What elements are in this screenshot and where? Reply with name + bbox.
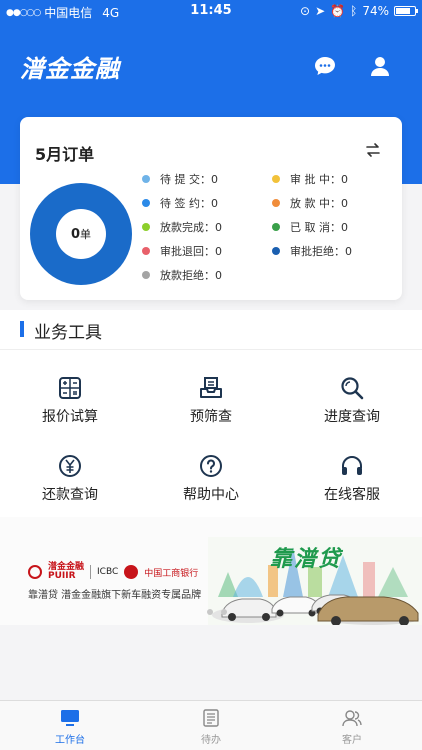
legend-label: 待 提 交：0 (160, 173, 218, 186)
legend-label: 审批退回：0 (160, 245, 222, 258)
monitor-icon (61, 710, 79, 726)
tab-label: 客户 (342, 735, 362, 746)
pager-dot[interactable] (221, 609, 227, 615)
help-icon (200, 455, 222, 477)
tool-label: 预筛查 (190, 409, 232, 425)
legend-item: 放 款 中：0 (272, 195, 348, 211)
tool-progress-query[interactable]: 进度查询 (282, 376, 422, 426)
banner-brand-en: PUIIR (48, 571, 76, 581)
tab-label: 待办 (201, 735, 221, 746)
tool-label: 还款查询 (42, 487, 98, 503)
banner-icbc: ICBC (97, 567, 119, 577)
tool-label: 帮助中心 (183, 487, 239, 503)
tool-repayment-query[interactable]: 还款查询 (0, 454, 140, 504)
tab-workbench[interactable]: 工作台 (0, 709, 140, 746)
section-accent-bar (20, 321, 24, 337)
calculator-icon (59, 377, 81, 399)
section-header: 业务工具 (0, 310, 422, 350)
legend-dot (272, 247, 280, 255)
tool-help-center[interactable]: 帮助中心 (141, 454, 281, 504)
legend-item: 审批退回：0 (142, 243, 222, 259)
legend-dot (272, 175, 280, 183)
legend-label: 审 批 中：0 (290, 173, 348, 186)
legend-item: 审 批 中：0 (272, 171, 348, 187)
order-summary-card: 5月订单 0 单 待 提 交：0 待 签 约：0 放款完成：0 审批退回：0 放款拒绝：… (20, 117, 402, 300)
banner-headline: 靠潽贷 (270, 547, 343, 572)
battery-percent: 74% (362, 4, 389, 18)
tool-quote-calculator[interactable]: 报价试算 (0, 376, 140, 426)
status-bar: ●●○○○ 中国电信 4G 11:45 ⊙ ➤ ⏰ ᛒ 74% (0, 0, 422, 22)
banner-icbc-name: 中国工商银行 (144, 568, 199, 579)
inbox-icon (200, 377, 222, 398)
tab-customers[interactable]: 客户 (282, 709, 422, 746)
order-unit: 单 (80, 228, 92, 241)
legend-label: 放款完成：0 (160, 221, 222, 234)
legend-item: 审批拒绝：0 (272, 243, 352, 259)
icbc-logo-icon (124, 565, 139, 579)
legend-dot (142, 247, 150, 255)
legend-label: 放 款 中：0 (290, 197, 348, 210)
legend-dot (272, 223, 280, 231)
user-icon[interactable] (368, 54, 392, 78)
banner-slogan: 靠潽贷 潽金金融旗下新车融资专属品牌 (28, 590, 202, 601)
donut-center: 0 单 (56, 209, 106, 259)
order-card-title: 5月订单 (35, 145, 95, 164)
tool-online-service[interactable]: 在线客服 (282, 454, 422, 504)
legend-dot (142, 199, 150, 207)
legend-item: 已 取 消：0 (272, 219, 348, 235)
banner-logos: 潽金金融 PUIIR ICBC 中国工商银行 (28, 563, 198, 581)
document-icon (203, 709, 219, 727)
alarm-icon: ⏰ (330, 4, 346, 18)
bottom-tab-bar: 工作台 待办 客户 (0, 700, 422, 750)
section-title: 业务工具 (34, 323, 102, 343)
chat-icon[interactable] (313, 54, 337, 78)
battery-icon (394, 6, 418, 16)
tool-label: 报价试算 (42, 409, 98, 425)
location-icon: ➤ (315, 4, 326, 18)
tool-pre-screening[interactable]: 预筛查 (141, 376, 281, 426)
legend-label: 待 签 约：0 (160, 197, 218, 210)
app-title: 潽金金融 (20, 55, 120, 83)
order-total: 0 (70, 226, 81, 242)
logo-divider (90, 565, 92, 579)
search-icon (341, 377, 364, 400)
yuan-icon (59, 455, 81, 477)
legend-item: 待 签 约：0 (142, 195, 218, 211)
headset-icon (342, 456, 362, 475)
rotation-lock-icon: ⊙ (300, 4, 311, 18)
banner-pager (207, 609, 227, 615)
tool-label: 在线客服 (324, 487, 380, 503)
pager-dot[interactable] (207, 609, 213, 615)
legend-label: 已 取 消：0 (290, 221, 348, 234)
tool-label: 进度查询 (324, 409, 380, 425)
legend-item: 待 提 交：0 (142, 171, 218, 187)
legend-label: 放款拒绝：0 (160, 269, 222, 282)
order-donut-chart: 0 单 (30, 183, 132, 285)
switch-icon[interactable] (364, 141, 382, 159)
legend-label: 审批拒绝：0 (290, 245, 352, 258)
tab-todo[interactable]: 待办 (141, 709, 281, 746)
legend-dot (272, 199, 280, 207)
promo-banner[interactable]: 潽金金融 PUIIR ICBC 中国工商银行 靠潽贷 潽金金融旗下新车融资专属品… (0, 517, 422, 625)
customers-icon (342, 710, 362, 727)
legend-item: 放款拒绝：0 (142, 267, 222, 283)
business-tools-section: 业务工具 报价试算 预筛查 进度查询 还款查询 帮助中心 在线客服 (0, 310, 422, 517)
legend-item: 放款完成：0 (142, 219, 222, 235)
legend-dot (142, 175, 150, 183)
puiir-logo-icon (28, 565, 42, 579)
bluetooth-icon: ᛒ (350, 4, 358, 18)
legend-dot (142, 223, 150, 231)
legend-dot (142, 271, 150, 279)
tab-label: 工作台 (55, 735, 85, 746)
